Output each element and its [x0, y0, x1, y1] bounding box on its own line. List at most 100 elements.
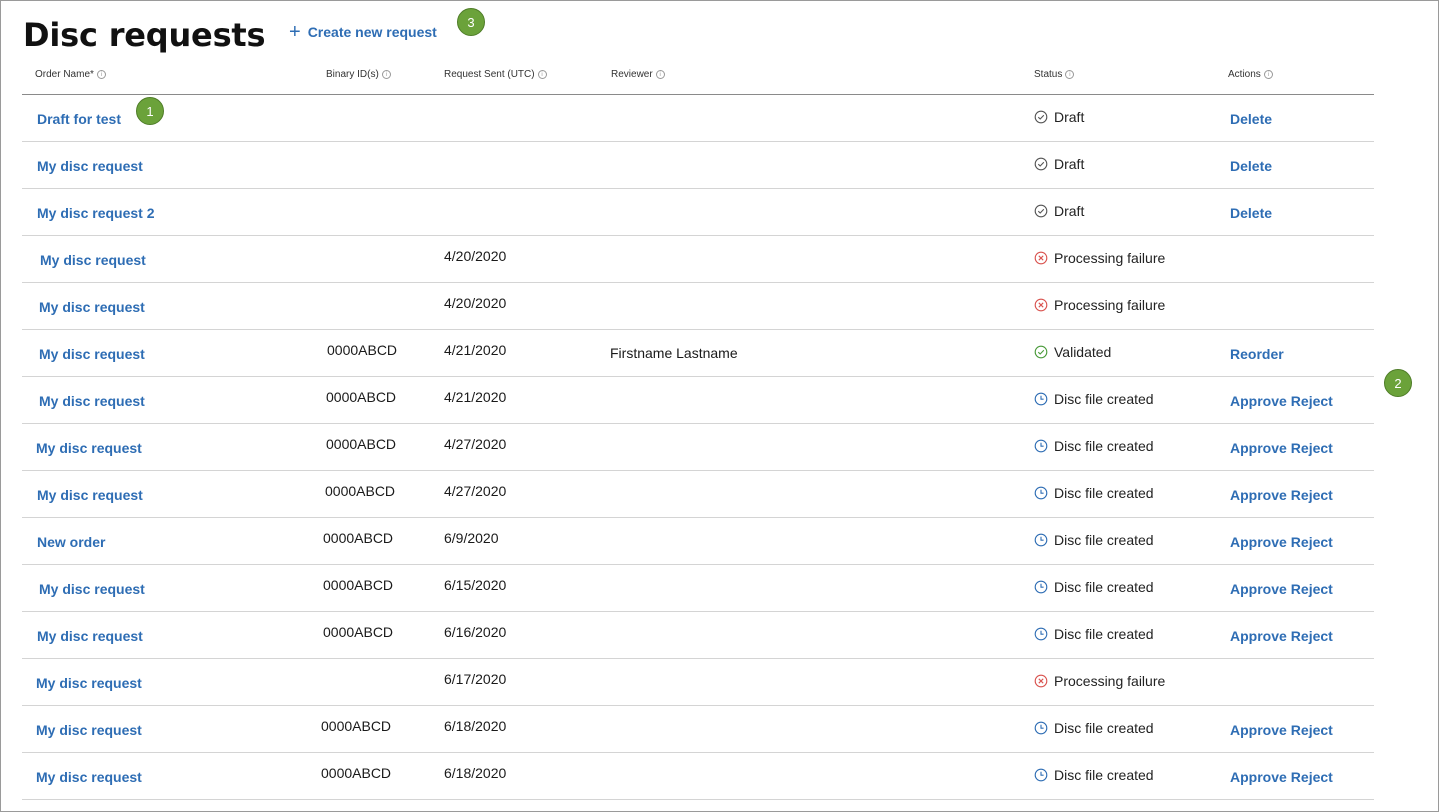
callout-badge-2: 2	[1384, 369, 1412, 397]
approve-button[interactable]: Approve	[1230, 722, 1287, 738]
plus-icon: +	[289, 22, 301, 42]
reject-button[interactable]: Reject	[1291, 534, 1333, 550]
row-actions: Delete	[1230, 158, 1272, 174]
order-name-link[interactable]: My disc request	[36, 440, 142, 456]
order-name-link[interactable]: New order	[37, 534, 105, 550]
info-icon[interactable]: i	[538, 70, 547, 79]
status-indicator: Draft	[1034, 109, 1084, 125]
status-indicator: Disc file created	[1034, 485, 1154, 501]
reject-button[interactable]: Reject	[1291, 628, 1333, 644]
order-name-link[interactable]: My disc request	[36, 769, 142, 785]
order-name-link[interactable]: My disc request	[39, 299, 145, 315]
row-actions: ApproveReject	[1230, 487, 1333, 503]
status-label: Disc file created	[1054, 626, 1154, 642]
reviewer-name: Firstname Lastname	[610, 345, 738, 361]
error-circle-icon	[1034, 674, 1048, 688]
approve-button[interactable]: Approve	[1230, 628, 1287, 644]
info-icon[interactable]: i	[656, 70, 665, 79]
row-actions: Delete	[1230, 111, 1272, 127]
approve-button[interactable]: Approve	[1230, 440, 1287, 456]
check-circle-icon	[1034, 157, 1048, 171]
delete-button[interactable]: Delete	[1230, 158, 1272, 174]
column-header-status[interactable]: Statusi	[1034, 69, 1074, 80]
column-header-label: Status	[1034, 69, 1062, 80]
row-actions: ApproveReject	[1230, 769, 1333, 785]
request-sent-date: 6/17/2020	[444, 671, 506, 687]
row-actions: ApproveReject	[1230, 581, 1333, 597]
order-name-link[interactable]: My disc request	[39, 346, 145, 362]
order-name-link[interactable]: My disc request	[37, 487, 143, 503]
table-row: My disc request0000ABCD6/18/2020 Disc fi…	[22, 706, 1374, 753]
status-label: Draft	[1054, 109, 1084, 125]
order-name-link[interactable]: My disc request	[37, 628, 143, 644]
clock-icon	[1034, 486, 1048, 500]
status-label: Processing failure	[1054, 297, 1165, 313]
clock-icon	[1034, 533, 1048, 547]
clock-icon	[1034, 392, 1048, 406]
table-row: My disc request 2 Draft Delete	[22, 189, 1374, 236]
approve-button[interactable]: Approve	[1230, 581, 1287, 597]
table-row: My disc request0000ABCD4/27/2020 Disc fi…	[22, 424, 1374, 471]
request-sent-date: 4/21/2020	[444, 342, 506, 358]
reject-button[interactable]: Reject	[1291, 487, 1333, 503]
status-indicator: Draft	[1034, 156, 1084, 172]
status-label: Disc file created	[1054, 438, 1154, 454]
binary-id: 0000ABCD	[321, 718, 391, 734]
column-header-actions[interactable]: Actionsi	[1228, 69, 1273, 80]
status-indicator: Disc file created	[1034, 767, 1154, 783]
binary-id: 0000ABCD	[323, 624, 393, 640]
reorder-button[interactable]: Reorder	[1230, 346, 1284, 362]
info-icon[interactable]: i	[1264, 70, 1273, 79]
table-row: My disc request 0000ABCD 4/27/2020 Disc fi…	[22, 471, 1374, 518]
table-row: My disc request0000ABCD6/18/2020 Disc fi…	[22, 753, 1374, 800]
reject-button[interactable]: Reject	[1291, 722, 1333, 738]
status-indicator: Processing failure	[1034, 297, 1165, 313]
approve-button[interactable]: Approve	[1230, 769, 1287, 785]
status-indicator: Disc file created	[1034, 391, 1154, 407]
column-header-binary-ids[interactable]: Binary ID(s)i	[326, 69, 391, 80]
order-name-link[interactable]: My disc request	[40, 252, 146, 268]
validated-circle-icon	[1034, 345, 1048, 359]
order-name-link[interactable]: My disc request	[37, 158, 143, 174]
approve-button[interactable]: Approve	[1230, 393, 1287, 409]
info-icon[interactable]: i	[1065, 70, 1074, 79]
reject-button[interactable]: Reject	[1291, 769, 1333, 785]
order-name-link[interactable]: My disc request 2	[37, 205, 155, 221]
check-circle-icon	[1034, 110, 1048, 124]
row-actions: ApproveReject	[1230, 722, 1333, 738]
table-row: My disc request0000ABCD6/16/2020 Disc fi…	[22, 612, 1374, 659]
request-sent-date: 4/27/2020	[444, 483, 506, 499]
table-row: My disc request0000ABCD6/15/2020 Disc fi…	[22, 565, 1374, 612]
column-header-label: Binary ID(s)	[326, 69, 379, 80]
reject-button[interactable]: Reject	[1291, 581, 1333, 597]
status-label: Draft	[1054, 156, 1084, 172]
order-name-link[interactable]: My disc request	[36, 675, 142, 691]
info-icon[interactable]: i	[382, 70, 391, 79]
request-sent-date: 4/20/2020	[444, 248, 506, 264]
order-name-link[interactable]: My disc request	[39, 581, 145, 597]
table-row: New order0000ABCD6/9/2020 Disc file crea…	[22, 518, 1374, 565]
status-indicator: Disc file created	[1034, 579, 1154, 595]
order-name-link[interactable]: My disc request	[36, 722, 142, 738]
order-name-link[interactable]: Draft for test	[37, 111, 121, 127]
request-sent-date: 4/27/2020	[444, 436, 506, 452]
column-header-reviewer[interactable]: Revieweri	[611, 69, 665, 80]
status-indicator: Draft	[1034, 203, 1084, 219]
approve-button[interactable]: Approve	[1230, 534, 1287, 550]
delete-button[interactable]: Delete	[1230, 205, 1272, 221]
reject-button[interactable]: Reject	[1291, 440, 1333, 456]
info-icon[interactable]: i	[97, 70, 106, 79]
binary-id: 0000ABCD	[325, 483, 395, 499]
reject-button[interactable]: Reject	[1291, 393, 1333, 409]
create-new-request-button[interactable]: + Create new request	[289, 22, 437, 42]
binary-id: 0000ABCD	[323, 530, 393, 546]
column-header-order-name[interactable]: Order Name*i	[35, 69, 106, 80]
column-header-label: Order Name*	[35, 69, 94, 80]
approve-button[interactable]: Approve	[1230, 487, 1287, 503]
column-header-label: Reviewer	[611, 69, 653, 80]
order-name-link[interactable]: My disc request	[39, 393, 145, 409]
table-row: My disc request4/20/2020 Processing fail…	[22, 236, 1374, 283]
delete-button[interactable]: Delete	[1230, 111, 1272, 127]
row-actions: ApproveReject	[1230, 393, 1333, 409]
column-header-request-sent[interactable]: Request Sent (UTC)i	[444, 69, 547, 80]
